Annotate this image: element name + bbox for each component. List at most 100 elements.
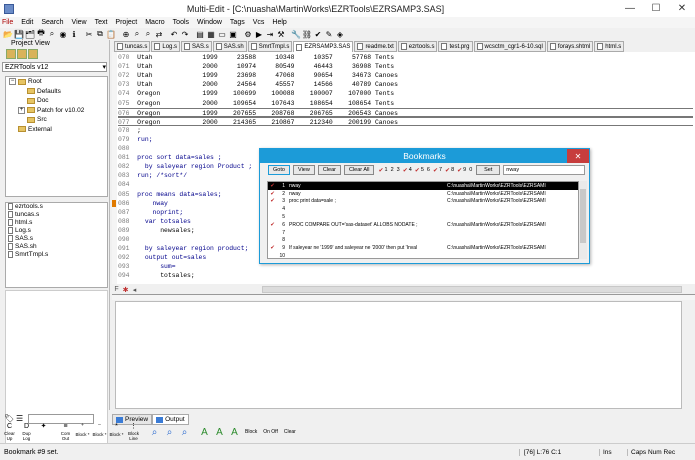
undo-icon[interactable]: ↶: [169, 29, 179, 39]
web-icon[interactable]: ◉: [58, 29, 68, 39]
tree-node[interactable]: − Root: [6, 77, 107, 87]
code-line[interactable]: 094 totsales;: [118, 271, 693, 280]
file-tab[interactable]: SAS.s: [181, 41, 212, 52]
find-prev-icon[interactable]: ⌕: [143, 29, 153, 39]
bottom-text-0[interactable]: Block: [243, 429, 259, 435]
project-file-item[interactable]: Log.s: [6, 227, 107, 235]
bottom-button-0[interactable]: C Clear Up: [2, 423, 17, 442]
run-icon[interactable]: ▶: [254, 29, 264, 39]
zoom-icon[interactable]: ⊕: [121, 29, 131, 39]
bottom-button-6[interactable]: * Block *: [109, 423, 124, 442]
bottom-text-1[interactable]: On Off: [261, 429, 280, 435]
bookmark-icon[interactable]: ✔: [313, 29, 323, 39]
bookmark-row[interactable]: ✔ 6 PROC COMPARE OUT='sas-dataset' ALLOBS …: [268, 221, 578, 229]
menu-item-tools[interactable]: Tools: [169, 19, 193, 26]
bottom-button-3[interactable]: ≡ Com Out: [58, 423, 73, 442]
file-tab[interactable]: ezrtools.s: [397, 41, 438, 52]
file-tab[interactable]: EZRSAMP3.SAS: [293, 41, 354, 52]
bookmark-row[interactable]: ✔ 1 nway C:\nuasha\MartinWorks\EZRTools\EZR…: [268, 182, 578, 190]
bookmarks-close-button[interactable]: ✕: [567, 149, 589, 163]
project-open-icon[interactable]: [6, 49, 16, 59]
zoom-in-icon[interactable]: ⌕: [163, 425, 176, 440]
chevron-down-icon[interactable]: ▾: [102, 63, 106, 71]
clear-all-button[interactable]: Clear All: [343, 165, 375, 175]
code-line[interactable]: 078 ;: [118, 126, 693, 135]
bottom-button-4[interactable]: ⁺ Block *: [75, 423, 90, 442]
project-filter-input[interactable]: [28, 413, 94, 424]
compile-icon[interactable]: ⚙: [243, 29, 253, 39]
bookmark-row[interactable]: 8: [268, 237, 578, 245]
file-tab[interactable]: forays.shtml: [546, 41, 594, 52]
code-line[interactable]: 077 Oregon 2000 214365 210867 212340 200…: [118, 116, 693, 126]
tree-node[interactable]: Src: [6, 115, 107, 125]
check-icon[interactable]: ✔: [268, 183, 277, 189]
bookmark-number-3[interactable]: 3: [396, 165, 401, 175]
find-icon[interactable]: ⌕: [47, 29, 57, 39]
close-button[interactable]: ✕: [669, 0, 695, 17]
set-button[interactable]: Set: [476, 165, 501, 175]
step-icon[interactable]: ⇥: [265, 29, 275, 39]
project-file-item[interactable]: tuncas.s: [6, 211, 107, 219]
file-tab[interactable]: SmrtTmpl.s: [247, 41, 293, 52]
file-tab[interactable]: SAS.sh: [212, 41, 247, 52]
tree-expander-icon[interactable]: +: [18, 106, 25, 114]
tools-icon[interactable]: ⚒: [276, 29, 286, 39]
bottom-button-2[interactable]: ✦: [36, 423, 51, 442]
menu-item-view[interactable]: View: [68, 19, 91, 26]
project-file-item[interactable]: SAS.s: [6, 235, 107, 243]
menu-item-macro[interactable]: Macro: [141, 19, 168, 26]
macro-icon[interactable]: ◈: [335, 29, 345, 39]
tree-node[interactable]: External: [6, 125, 107, 135]
project-combo[interactable]: EZRTools v12 ▾: [2, 62, 107, 72]
bookmark-number-9[interactable]: ✔ 9: [456, 165, 467, 175]
menu-item-project[interactable]: Project: [111, 19, 141, 26]
bottom-button-5[interactable]: ⁻ Block *: [92, 423, 107, 442]
bookmark-row[interactable]: ✔ 2 nway C:\nuasha\MartinWorks\EZRTools\EZR…: [268, 190, 578, 198]
file-tab[interactable]: Log.s: [151, 41, 181, 52]
bottom-button-7[interactable]: ⋮ Block Line: [126, 423, 141, 442]
code-line[interactable]: 075 Oregon 2000 109654 107643 108654 108…: [118, 99, 693, 108]
menu-item-help[interactable]: Help: [268, 19, 290, 26]
copy-icon[interactable]: ⧉: [95, 29, 105, 39]
replace-icon[interactable]: ⇄: [154, 29, 164, 39]
find-next-icon[interactable]: ⌕: [132, 29, 142, 39]
code-line[interactable]: 070 Utah 1999 23588 10348 10357 57768 Te…: [118, 53, 693, 62]
bookmark-row[interactable]: 5: [268, 213, 578, 221]
list-icon[interactable]: ☰: [16, 414, 26, 424]
scroll-left-icon[interactable]: ◂: [130, 286, 139, 294]
code-line[interactable]: 072 Utah 1999 23698 47068 90654 34673 Ca…: [118, 71, 693, 80]
bookmark-number-8[interactable]: ✔ 8: [444, 165, 455, 175]
paste-icon[interactable]: 📋: [106, 29, 116, 39]
redo-icon[interactable]: ↷: [180, 29, 190, 39]
menu-item-window[interactable]: Window: [193, 19, 226, 26]
zoom-out-icon[interactable]: ⌕: [178, 425, 191, 440]
code-line[interactable]: 079 run;: [118, 135, 693, 144]
wrench-icon[interactable]: 🔧: [291, 29, 301, 39]
output-pane[interactable]: [115, 301, 682, 409]
file-tab[interactable]: wcsctm_cgr1-6-10.sql: [473, 41, 546, 52]
bookmark-number-6[interactable]: 6: [426, 165, 431, 175]
tag-icon[interactable]: 🏷: [4, 414, 14, 424]
save-all-icon[interactable]: 🗂: [25, 29, 35, 39]
tree-node[interactable]: Doc: [6, 96, 107, 106]
bookmark-row[interactable]: ✔ 3 proc print data=sale ; C:\nuasha\Martin…: [268, 198, 578, 206]
bookmarks-list[interactable]: ✔ 1 nway C:\nuasha\MartinWorks\EZRTools\EZR…: [267, 181, 579, 259]
edit-icon[interactable]: ✎: [324, 29, 334, 39]
print-icon[interactable]: 🖶: [36, 28, 46, 39]
check-icon[interactable]: ✔: [268, 245, 277, 251]
menu-item-file[interactable]: File: [0, 19, 17, 26]
file-tab[interactable]: readme.txt: [354, 41, 397, 52]
code-line[interactable]: 074 Oregon 1999 100699 100088 100007 107…: [118, 89, 693, 98]
output-vertical-scrollbar[interactable]: [682, 301, 695, 409]
check-icon[interactable]: ✔: [268, 191, 277, 197]
project-add-icon[interactable]: [17, 49, 27, 59]
output-tab-output[interactable]: Output: [152, 414, 189, 425]
project-file-item[interactable]: html.s: [6, 219, 107, 227]
bookmark-number-5[interactable]: ✔ 5: [414, 165, 425, 175]
bookmark-row[interactable]: ✔ 9 If saleyear ne '1999' and saleyear ne …: [268, 244, 578, 252]
link-icon[interactable]: ⛓: [302, 29, 312, 39]
file-tab[interactable]: tuncas.s: [114, 41, 151, 52]
tree-node[interactable]: + Patch for v10.02: [6, 106, 107, 116]
code-line[interactable]: 073 Utah 2000 24564 45557 14566 40789 Ca…: [118, 80, 693, 89]
menu-item-text[interactable]: Text: [91, 19, 112, 26]
